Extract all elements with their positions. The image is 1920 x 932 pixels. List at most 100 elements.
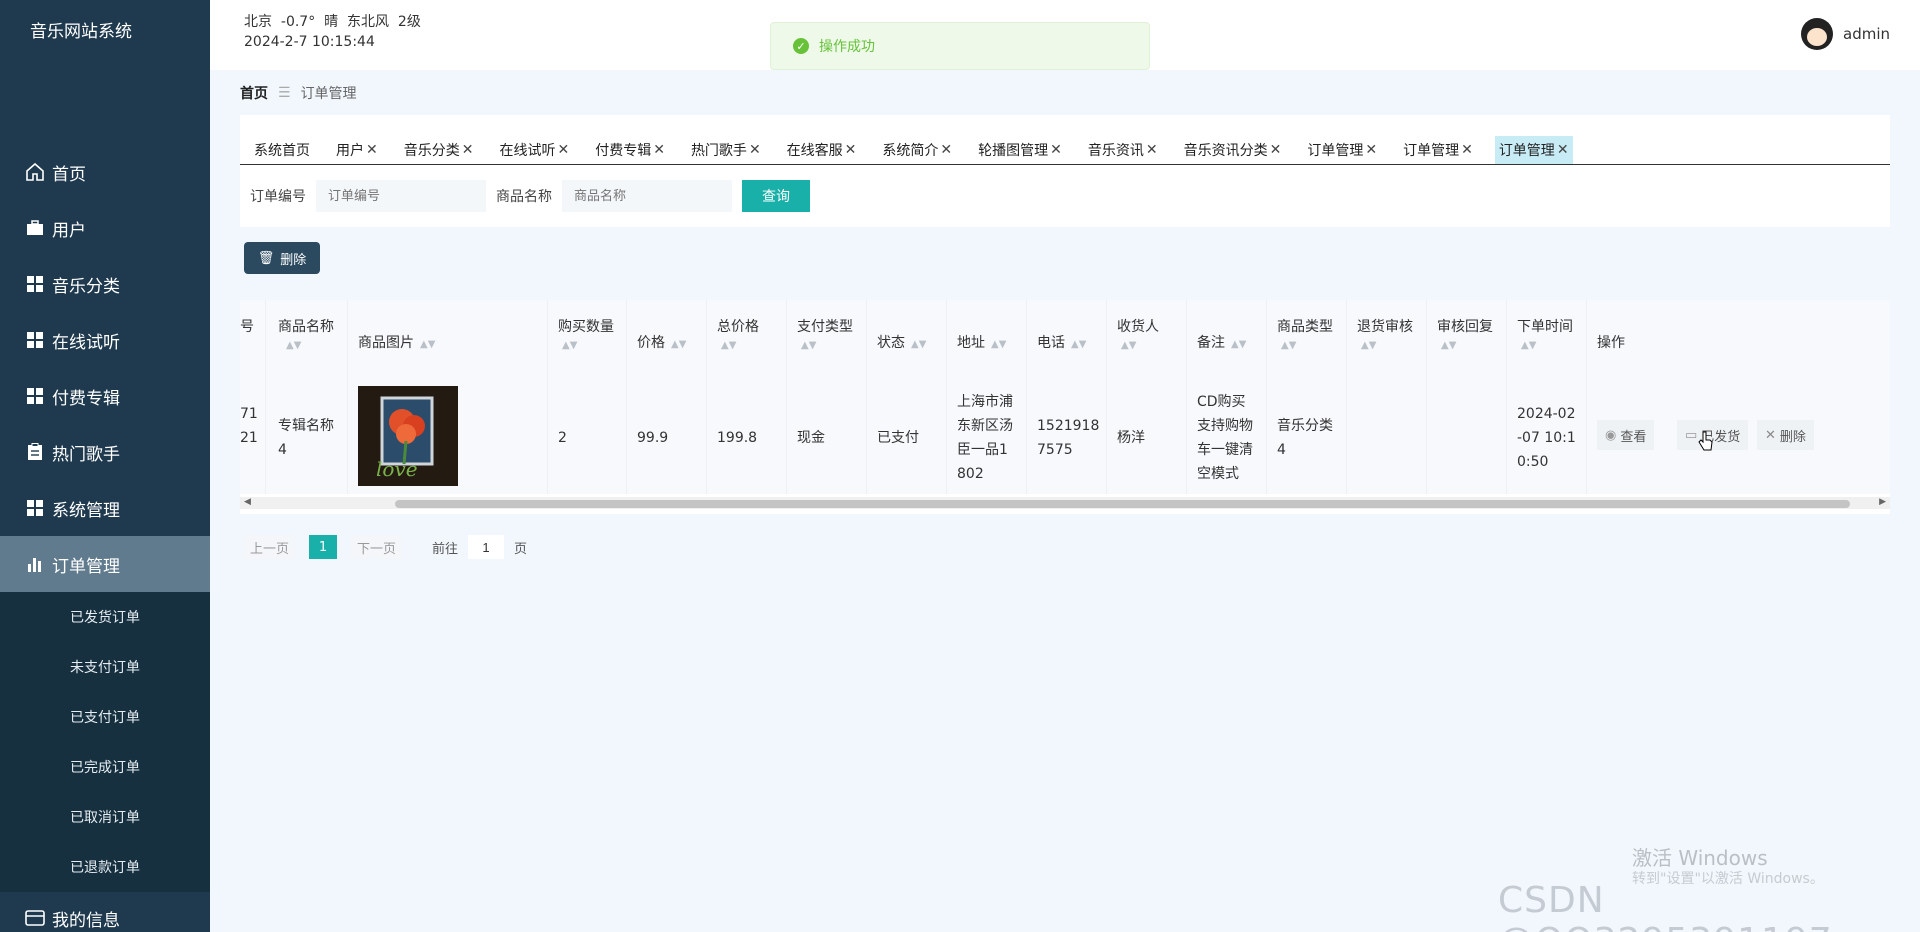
close-icon[interactable]: ✕	[845, 142, 857, 158]
tab-music-news-category[interactable]: 音乐资讯分类 ✕	[1180, 136, 1286, 164]
close-icon[interactable]: ✕	[1557, 142, 1569, 158]
sidebar-item-my-info[interactable]: 我的信息	[0, 890, 210, 932]
scroll-right-icon[interactable]: ▶	[1879, 497, 1886, 507]
cell-total: 199.8	[717, 430, 758, 446]
view-button[interactable]: ◉ 查看	[1597, 420, 1655, 450]
product-name-input[interactable]	[562, 180, 732, 212]
tab-orders[interactable]: 订单管理 ✕	[1303, 136, 1381, 164]
sort-icon[interactable]: ▲▼	[1441, 340, 1456, 351]
order-no-input[interactable]	[316, 180, 486, 212]
header-price[interactable]: 价格 ▲▼	[637, 332, 686, 352]
sort-icon[interactable]: ▲▼	[562, 340, 577, 351]
sidebar-item-music-category[interactable]: 音乐分类	[0, 256, 210, 312]
query-button[interactable]: 查询	[742, 180, 810, 212]
sort-icon[interactable]: ▲▼	[420, 339, 435, 350]
sort-icon[interactable]: ▲▼	[1361, 340, 1376, 351]
header-pay-type[interactable]: 支付类型 ▲▼	[797, 316, 853, 352]
prev-page-button[interactable]: 上一页	[244, 535, 296, 559]
sidebar-item-orders[interactable]: 订单管理	[0, 536, 210, 592]
sidebar-item-online-listen[interactable]: 在线试听	[0, 312, 210, 368]
header-address[interactable]: 地址 ▲▼	[957, 332, 1006, 352]
header-total[interactable]: 总价格 ▲▼	[717, 316, 759, 352]
close-icon[interactable]: ✕	[653, 142, 665, 158]
sidebar-item-label: 订单管理	[52, 556, 120, 577]
sidebar-item-users[interactable]: 用户	[0, 200, 210, 256]
avatar	[1801, 18, 1833, 50]
next-page-button[interactable]: 下一页	[351, 535, 403, 559]
rose-album-image: love	[358, 386, 458, 486]
tab-orders-active[interactable]: 订单管理 ✕	[1494, 135, 1573, 164]
current-page[interactable]: 1	[309, 535, 338, 559]
close-icon[interactable]: ✕	[1146, 142, 1158, 158]
delete-button[interactable]: 🗑 删除	[244, 242, 320, 274]
scrollbar-thumb[interactable]	[395, 500, 1850, 508]
close-icon[interactable]: ✕	[1461, 142, 1473, 158]
header-product-name[interactable]: 商品名称 ▲▼	[278, 316, 334, 352]
submenu-shipped-orders[interactable]: 已发货订单	[0, 592, 210, 642]
sort-icon[interactable]: ▲▼	[721, 340, 736, 351]
sort-icon[interactable]: ▲▼	[1231, 339, 1246, 350]
header-quantity[interactable]: 购买数量 ▲▼	[558, 316, 614, 352]
close-icon[interactable]: ✕	[462, 142, 474, 158]
header-order-time[interactable]: 下单时间 ▲▼	[1517, 316, 1573, 352]
tab-music-news[interactable]: 音乐资讯 ✕	[1084, 136, 1162, 164]
submenu-cancelled-orders[interactable]: 已取消订单	[0, 792, 210, 842]
header-status[interactable]: 状态 ▲▼	[877, 332, 926, 352]
row-delete-button[interactable]: ✕ 删除	[1757, 420, 1814, 450]
view-label: 查看	[1620, 429, 1647, 445]
sidebar-item-system[interactable]: 系统管理	[0, 480, 210, 536]
tab-hot-singers[interactable]: 热门歌手 ✕	[687, 136, 765, 164]
close-icon[interactable]: ✕	[1270, 142, 1282, 158]
sort-icon[interactable]: ▲▼	[911, 339, 926, 350]
header-phone[interactable]: 电话 ▲▼	[1037, 332, 1086, 352]
header-label: 购买数量	[558, 319, 614, 335]
sort-icon[interactable]: ▲▼	[991, 339, 1006, 350]
sort-icon[interactable]: ▲▼	[801, 340, 816, 351]
scroll-left-icon[interactable]: ◀	[244, 497, 251, 507]
header-remark[interactable]: 备注 ▲▼	[1197, 332, 1246, 352]
close-icon[interactable]: ✕	[1050, 142, 1062, 158]
tab-users[interactable]: 用户 ✕	[332, 136, 382, 164]
tab-orders[interactable]: 订单管理 ✕	[1399, 136, 1477, 164]
user-menu[interactable]: admin	[1801, 18, 1890, 50]
sort-icon[interactable]: ▲▼	[671, 339, 686, 350]
close-icon[interactable]: ✕	[1365, 142, 1377, 158]
cell-price: 99.9	[637, 430, 669, 446]
username: admin	[1843, 25, 1890, 43]
close-icon[interactable]: ✕	[749, 142, 761, 158]
header-review-reply[interactable]: 审核回复 ▲▼	[1437, 316, 1493, 352]
sort-icon[interactable]: ▲▼	[1121, 340, 1136, 351]
sidebar-item-home[interactable]: 首页	[0, 144, 210, 200]
close-icon[interactable]: ✕	[366, 142, 378, 158]
goto-page-input[interactable]	[468, 535, 505, 559]
sidebar-item-hot-singers[interactable]: 热门歌手	[0, 424, 210, 480]
header-receiver[interactable]: 收货人 ▲▼	[1117, 316, 1159, 352]
sort-icon[interactable]: ▲▼	[286, 340, 301, 351]
tab-home[interactable]: 系统首页	[250, 136, 314, 164]
submenu-paid-orders[interactable]: 已支付订单	[0, 692, 210, 742]
tab-music-category[interactable]: 音乐分类 ✕	[400, 136, 478, 164]
tab-online-listen[interactable]: 在线试听 ✕	[495, 136, 573, 164]
tab-online-service[interactable]: 在线客服 ✕	[783, 136, 861, 164]
close-icon[interactable]: ✕	[557, 142, 569, 158]
submenu-completed-orders[interactable]: 已完成订单	[0, 742, 210, 792]
tab-paid-albums[interactable]: 付费专辑 ✕	[591, 136, 669, 164]
header-product-image[interactable]: 商品图片 ▲▼	[358, 332, 435, 352]
sidebar-item-label: 首页	[52, 164, 86, 185]
close-icon[interactable]: ✕	[940, 142, 952, 158]
header-refund-review[interactable]: 退货审核 ▲▼	[1357, 316, 1413, 352]
sort-icon[interactable]: ▲▼	[1071, 339, 1086, 350]
submenu-refunded-orders[interactable]: 已退款订单	[0, 842, 210, 892]
submenu-unpaid-orders[interactable]: 未支付订单	[0, 642, 210, 692]
header-label: 收货人	[1117, 319, 1159, 335]
horizontal-scrollbar[interactable]: ◀ ▶	[240, 497, 1890, 509]
breadcrumb-home[interactable]: 首页	[240, 83, 268, 103]
tab-carousel[interactable]: 轮播图管理 ✕	[974, 136, 1066, 164]
tab-label: 音乐资讯	[1087, 142, 1144, 159]
tab-system-intro[interactable]: 系统简介 ✕	[878, 136, 956, 164]
sidebar-item-paid-albums[interactable]: 付费专辑	[0, 368, 210, 424]
cell-status: 已支付	[877, 430, 919, 446]
sort-icon[interactable]: ▲▼	[1521, 340, 1536, 351]
header-product-type[interactable]: 商品类型 ▲▼	[1277, 316, 1333, 352]
sort-icon[interactable]: ▲▼	[1281, 340, 1296, 351]
